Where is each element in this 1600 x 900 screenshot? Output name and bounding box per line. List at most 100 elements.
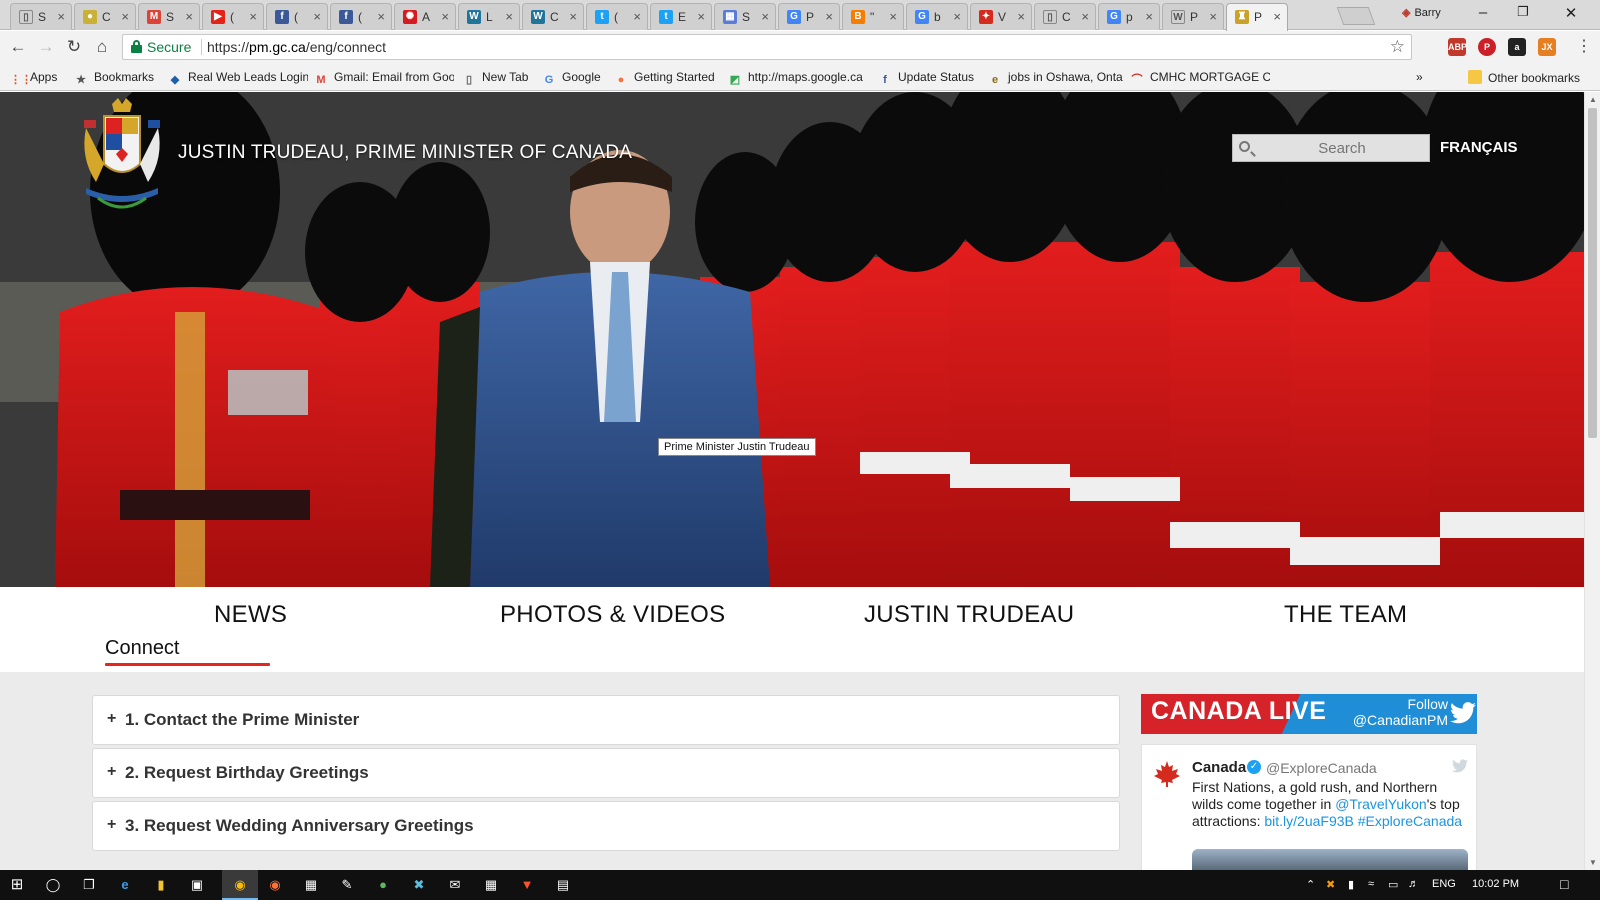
wifi-icon[interactable]: ≈ xyxy=(1368,878,1374,890)
tab-close-icon[interactable]: × xyxy=(825,9,833,24)
tweet-mention-link[interactable]: @TravelYukon xyxy=(1335,796,1427,812)
browser-tab[interactable]: t (× xyxy=(586,3,648,30)
search-input[interactable] xyxy=(1257,135,1427,161)
nav-news[interactable]: NEWS xyxy=(214,601,287,629)
coat-of-arms-logo[interactable] xyxy=(78,98,166,216)
tab-close-icon[interactable]: × xyxy=(185,9,193,24)
tab-close-icon[interactable]: × xyxy=(121,9,129,24)
other-bookmarks[interactable]: Other bookmarks xyxy=(1468,70,1580,85)
tweet-card[interactable]: Canada ✓ @ExploreCanada First Nations, a… xyxy=(1141,744,1477,870)
browser-tab[interactable]: ▦ S × xyxy=(714,3,776,30)
tab-close-icon[interactable]: × xyxy=(889,9,897,24)
bookmark-item[interactable]: ⌒ CMHC MORTGAGE CALCULATOR xyxy=(1130,70,1271,87)
forward-arrow-icon[interactable]: → xyxy=(36,37,56,57)
browser-tab[interactable]: f (× xyxy=(266,3,328,30)
tab-close-icon[interactable]: × xyxy=(761,9,769,24)
bookmark-item[interactable]: ★ Bookmarks xyxy=(74,70,154,87)
tab-close-icon[interactable]: × xyxy=(441,9,449,24)
browser-tab[interactable]: Gp × xyxy=(1098,3,1160,30)
task-view-icon[interactable]: ❐ xyxy=(80,876,98,894)
browser-tab[interactable]: ✺ A × xyxy=(394,3,456,30)
calculator-icon[interactable]: ▦ xyxy=(482,876,500,894)
accordion-item-contact-pm[interactable]: + 1. Contact the Prime Minister xyxy=(92,695,1120,745)
tweet-hashtag-link[interactable]: #ExploreCanada xyxy=(1358,813,1462,829)
tab-close-icon[interactable]: × xyxy=(633,9,641,24)
browser-tab[interactable]: W L × xyxy=(458,3,520,30)
scrollbar-thumb[interactable] xyxy=(1588,108,1597,438)
browser-tab[interactable]: W P × xyxy=(1162,3,1224,30)
browser-tab[interactable]: ♜ P × xyxy=(1226,3,1288,31)
input-language[interactable]: ENG xyxy=(1432,878,1456,890)
browser-tab[interactable]: B " × xyxy=(842,3,904,30)
battery-icon[interactable]: ▮ xyxy=(1348,878,1354,891)
store-icon[interactable]: ▣ xyxy=(188,876,206,894)
tab-close-icon[interactable]: × xyxy=(57,9,65,24)
brave-icon[interactable]: ▼ xyxy=(518,876,536,894)
home-icon[interactable]: ⌂ xyxy=(92,37,112,57)
bookmark-item[interactable]: ⋮⋮Apps xyxy=(10,70,57,87)
tab-close-icon[interactable]: × xyxy=(377,9,385,24)
notifications-icon[interactable]: □ xyxy=(1560,876,1568,892)
firefox-icon[interactable]: ◉ xyxy=(266,876,284,894)
chrome-icon[interactable]: ◉ xyxy=(231,876,249,894)
nav-justin-trudeau[interactable]: JUSTIN TRUDEAU xyxy=(864,601,1074,629)
tweet-url-link[interactable]: bit.ly/2uaF93B xyxy=(1264,813,1354,829)
bookmark-item[interactable]: ◆ Real Web Leads Login xyxy=(168,70,308,87)
back-arrow-icon[interactable]: ← xyxy=(8,37,28,57)
reload-icon[interactable]: ↻ xyxy=(64,37,84,57)
tab-close-icon[interactable]: × xyxy=(1145,9,1153,24)
scroll-up-arrow-icon[interactable]: ▲ xyxy=(1589,95,1597,104)
file-explorer-icon[interactable]: ▮ xyxy=(152,876,170,894)
minimize-icon[interactable]: – xyxy=(1468,4,1498,21)
jx-extension-icon[interactable]: JX xyxy=(1538,38,1556,56)
tab-close-icon[interactable]: × xyxy=(1017,9,1025,24)
tray-chevron-icon[interactable]: ⌃ xyxy=(1306,878,1315,891)
bookmark-star-icon[interactable]: ☆ xyxy=(1390,37,1405,57)
bookmark-item[interactable]: G Google xyxy=(542,70,601,87)
accordion-item-anniversary-greetings[interactable]: + 3. Request Wedding Anniversary Greetin… xyxy=(92,801,1120,851)
twitter-bird-icon[interactable] xyxy=(1452,759,1468,773)
tab-close-icon[interactable]: × xyxy=(1273,9,1281,24)
edge-icon[interactable]: e xyxy=(116,876,134,894)
restore-icon[interactable]: ❐ xyxy=(1508,4,1538,20)
tab-close-icon[interactable]: × xyxy=(953,9,961,24)
browser-tab[interactable]: ▯ S × xyxy=(10,3,72,30)
tray-app-icon[interactable]: ✖ xyxy=(1326,878,1335,891)
tab-close-icon[interactable]: × xyxy=(1209,9,1217,24)
close-window-icon[interactable]: ✕ xyxy=(1556,4,1586,22)
search-icon[interactable] xyxy=(1239,141,1250,152)
adblock-extension-icon[interactable]: ABP xyxy=(1448,38,1467,56)
bookmarks-overflow-button[interactable]: » xyxy=(1416,70,1423,84)
browser-tab[interactable]: M S × xyxy=(138,3,200,30)
clock[interactable]: 10:02 PM xyxy=(1472,878,1519,890)
browser-tab[interactable]: W C × xyxy=(522,3,584,30)
browser-tab[interactable]: ▯ C × xyxy=(1034,3,1096,30)
browser-tab[interactable]: Gb × xyxy=(906,3,968,30)
page-scrollbar[interactable]: ▲ ▼ xyxy=(1584,92,1600,870)
tab-close-icon[interactable]: × xyxy=(313,9,321,24)
nav-photos-videos[interactable]: PHOTOS & VIDEOS xyxy=(500,601,725,629)
network-icon[interactable]: ▭ xyxy=(1388,878,1398,891)
site-title[interactable]: JUSTIN TRUDEAU, PRIME MINISTER OF CANADA xyxy=(178,142,632,164)
language-toggle-link[interactable]: FRANÇAIS xyxy=(1440,139,1518,156)
tab-close-icon[interactable]: × xyxy=(249,9,257,24)
profile-button[interactable]: ◈ Barry xyxy=(1402,6,1441,19)
nav-the-team[interactable]: THE TEAM xyxy=(1284,601,1407,629)
browser-tab[interactable]: ● C × xyxy=(74,3,136,30)
bookmark-item[interactable]: ◩ http://maps.google.ca xyxy=(728,70,863,87)
mail-icon[interactable]: ✉ xyxy=(446,876,464,894)
bookmark-item[interactable]: ▯ New Tab xyxy=(462,70,529,87)
pinterest-extension-icon[interactable]: P xyxy=(1478,38,1496,56)
tweet-author-name[interactable]: Canada xyxy=(1192,759,1246,776)
tools-icon[interactable]: ✖ xyxy=(410,876,428,894)
tab-close-icon[interactable]: × xyxy=(569,9,577,24)
bookmark-item[interactable]: e jobs in Oshawa, Ontario xyxy=(988,70,1123,87)
chrome-menu-icon[interactable]: ⋮ xyxy=(1576,36,1592,56)
tab-close-icon[interactable]: × xyxy=(505,9,513,24)
volume-icon[interactable]: ♬ xyxy=(1408,878,1419,890)
tweet-author-handle[interactable]: @ExploreCanada xyxy=(1266,760,1377,776)
browser-tab[interactable]: ▶ (× xyxy=(202,3,264,30)
accordion-item-birthday-greetings[interactable]: + 2. Request Birthday Greetings xyxy=(92,748,1120,798)
bookmark-item[interactable]: M Gmail: Email from Google xyxy=(314,70,454,87)
windows-start-icon[interactable]: ⊞ xyxy=(8,876,26,894)
